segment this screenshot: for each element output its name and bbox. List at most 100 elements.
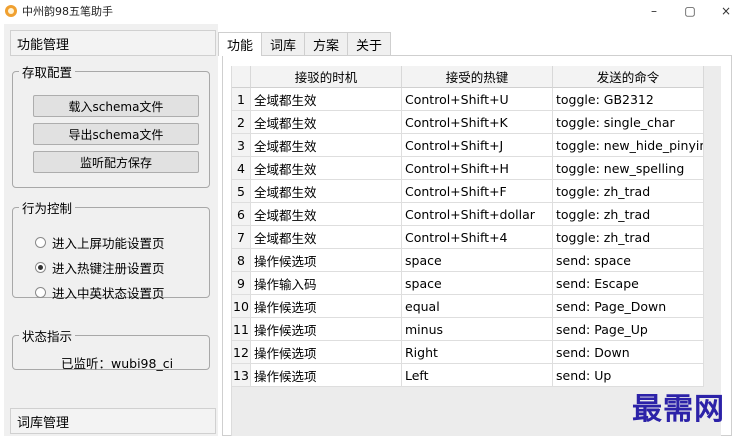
row-index-cell[interactable]: 10 (232, 295, 251, 318)
hotkey-cell[interactable]: space (402, 249, 553, 272)
maximize-button[interactable]: ▢ (672, 0, 708, 22)
table-row[interactable]: 6 全域都生效 Control+Shift+dollar toggle: zh_tra… (232, 203, 704, 226)
timing-cell[interactable]: 全域都生效 (251, 134, 402, 157)
tab-scheme[interactable]: 方案 (304, 32, 349, 56)
row-index-cell[interactable]: 9 (232, 272, 251, 295)
timing-cell[interactable]: 操作候选项 (251, 295, 402, 318)
table-row[interactable]: 5 全域都生效 Control+Shift+F toggle: zh_trad (232, 180, 704, 203)
hotkey-cell[interactable]: Control+Shift+U (402, 88, 553, 111)
command-cell[interactable]: send: space (553, 249, 704, 272)
load-schema-button[interactable]: 载入schema文件 (33, 95, 199, 117)
column-header-index[interactable] (232, 66, 251, 88)
radio-zh-en-settings[interactable]: 进入中英状态设置页 (35, 283, 165, 302)
command-cell[interactable]: send: Page_Up (553, 318, 704, 341)
table-row[interactable]: 10 操作候选项 equal send: Page_Down (232, 295, 704, 318)
tab-function[interactable]: 功能 (218, 32, 263, 56)
command-cell[interactable]: toggle: new_hide_pinyin (553, 134, 704, 157)
timing-cell[interactable]: 全域都生效 (251, 203, 402, 226)
column-header-command[interactable]: 发送的命令 (553, 66, 704, 88)
timing-cell[interactable]: 全域都生效 (251, 180, 402, 203)
timing-cell[interactable]: 全域都生效 (251, 88, 402, 111)
row-index-cell[interactable]: 5 (232, 180, 251, 203)
radio-label: 进入上屏功能设置页 (52, 236, 165, 251)
hotkey-table: 接驳的时机 接受的热键 发送的命令 1 全域都生效 Control+Shift+U t… (231, 66, 721, 436)
hotkey-cell[interactable]: Control+Shift+dollar (402, 203, 553, 226)
tab-about[interactable]: 关于 (347, 32, 392, 56)
minimize-button[interactable]: – (636, 0, 672, 22)
timing-cell[interactable]: 全域都生效 (251, 226, 402, 249)
radio-checked-icon (35, 262, 46, 273)
hotkey-cell[interactable]: Control+Shift+H (402, 157, 553, 180)
hotkey-cell[interactable]: equal (402, 295, 553, 318)
tab-bar: 功能 词库 方案 关于 (218, 32, 392, 56)
timing-cell[interactable]: 操作候选项 (251, 364, 402, 387)
row-index-cell[interactable]: 11 (232, 318, 251, 341)
table-row[interactable]: 3 全域都生效 Control+Shift+J toggle: new_hide_pi… (232, 134, 704, 157)
row-index-cell[interactable]: 7 (232, 226, 251, 249)
table-row[interactable]: 7 全域都生效 Control+Shift+4 toggle: zh_trad (232, 226, 704, 249)
hotkey-cell[interactable]: minus (402, 318, 553, 341)
timing-cell[interactable]: 操作候选项 (251, 249, 402, 272)
command-cell[interactable]: toggle: new_spelling (553, 157, 704, 180)
row-index-cell[interactable]: 2 (232, 111, 251, 134)
radio-label: 进入热键注册设置页 (52, 261, 165, 276)
tab-dictionary[interactable]: 词库 (261, 32, 306, 56)
hotkey-cell[interactable]: Right (402, 341, 553, 364)
timing-cell[interactable]: 操作输入码 (251, 272, 402, 295)
row-index-cell[interactable]: 1 (232, 88, 251, 111)
table-row[interactable]: 12 操作候选项 Right send: Down (232, 341, 704, 364)
command-cell[interactable]: toggle: single_char (553, 111, 704, 134)
config-group: 存取配置 载入schema文件 导出schema文件 监听配方保存 (12, 62, 210, 188)
hotkey-cell[interactable]: Left (402, 364, 553, 387)
command-cell[interactable]: toggle: zh_trad (553, 180, 704, 203)
dictionary-management-header[interactable]: 词库管理 (10, 408, 216, 434)
timing-cell[interactable]: 操作候选项 (251, 318, 402, 341)
function-management-header[interactable]: 功能管理 (10, 30, 216, 56)
row-index-cell[interactable]: 8 (232, 249, 251, 272)
config-group-legend: 存取配置 (22, 65, 73, 80)
table-header: 接驳的时机 接受的热键 发送的命令 (232, 66, 704, 88)
command-cell[interactable]: send: Down (553, 341, 704, 364)
hotkey-cell[interactable]: Control+Shift+F (402, 180, 553, 203)
table-row[interactable]: 8 操作候选项 space send: space (232, 249, 704, 272)
radio-unchecked-icon (35, 287, 46, 298)
command-cell[interactable]: toggle: zh_trad (553, 203, 704, 226)
status-text: 已监听：wubi98_ci (61, 356, 174, 371)
radio-hotkey-settings[interactable]: 进入热键注册设置页 (35, 258, 165, 277)
timing-cell[interactable]: 全域都生效 (251, 157, 402, 180)
radio-unchecked-icon (35, 237, 46, 248)
row-index-cell[interactable]: 4 (232, 157, 251, 180)
table-row[interactable]: 2 全域都生效 Control+Shift+K toggle: single_char (232, 111, 704, 134)
radio-commit-settings[interactable]: 进入上屏功能设置页 (35, 233, 165, 252)
row-index-cell[interactable]: 6 (232, 203, 251, 226)
table-row[interactable]: 11 操作候选项 minus send: Page_Up (232, 318, 704, 341)
table-row[interactable]: 4 全域都生效 Control+Shift+H toggle: new_spellin… (232, 157, 704, 180)
status-group: 状态指示 已监听：wubi98_ci (12, 326, 210, 371)
close-button[interactable]: × (708, 0, 744, 22)
hotkey-cell[interactable]: Control+Shift+4 (402, 226, 553, 249)
column-header-hotkey[interactable]: 接受的热键 (402, 66, 553, 88)
row-index-cell[interactable]: 13 (232, 364, 251, 387)
command-cell[interactable]: send: Page_Down (553, 295, 704, 318)
hotkey-cell[interactable]: Control+Shift+K (402, 111, 553, 134)
behavior-group-legend: 行为控制 (22, 201, 73, 216)
timing-cell[interactable]: 操作候选项 (251, 341, 402, 364)
column-header-timing[interactable]: 接驳的时机 (251, 66, 402, 88)
timing-cell[interactable]: 全域都生效 (251, 111, 402, 134)
row-index-cell[interactable]: 3 (232, 134, 251, 157)
window-title: 中州韵98五笔助手 (22, 5, 113, 18)
table-row[interactable]: 1 全域都生效 Control+Shift+U toggle: GB2312 (232, 88, 704, 111)
command-cell[interactable]: toggle: zh_trad (553, 226, 704, 249)
left-panel: 功能管理 存取配置 载入schema文件 导出schema文件 监听配方保存 行… (4, 24, 218, 436)
row-index-cell[interactable]: 12 (232, 341, 251, 364)
export-schema-button[interactable]: 导出schema文件 (33, 123, 199, 145)
status-group-legend: 状态指示 (22, 329, 73, 344)
command-cell[interactable]: toggle: GB2312 (553, 88, 704, 111)
radio-label: 进入中英状态设置页 (52, 286, 165, 301)
command-cell[interactable]: send: Escape (553, 272, 704, 295)
hotkey-cell[interactable]: Control+Shift+J (402, 134, 553, 157)
behavior-group: 行为控制 进入上屏功能设置页 进入热键注册设置页 进入中英状态设置页 (12, 198, 210, 301)
watch-recipe-save-button[interactable]: 监听配方保存 (33, 151, 199, 173)
hotkey-cell[interactable]: space (402, 272, 553, 295)
table-row[interactable]: 9 操作输入码 space send: Escape (232, 272, 704, 295)
